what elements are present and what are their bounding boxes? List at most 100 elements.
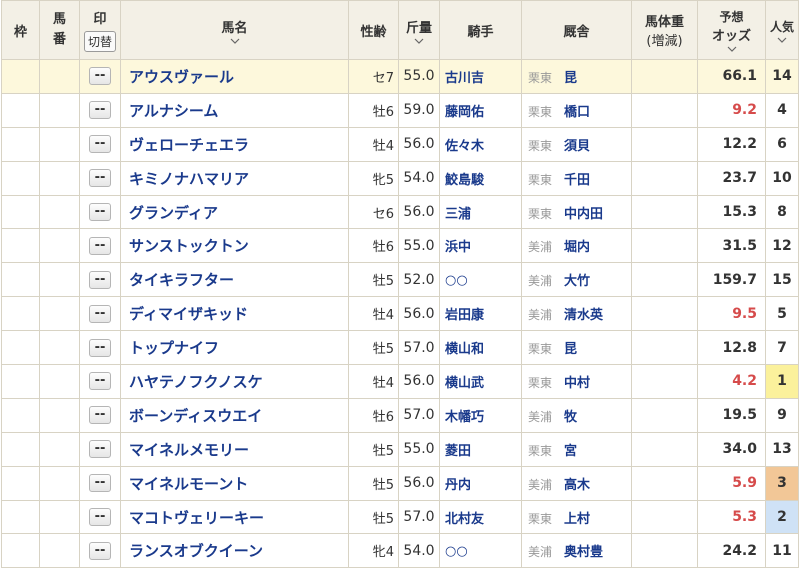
trainer-link[interactable]: 橋口 [564,105,590,120]
jockey-link[interactable]: 藤岡佑 [445,105,484,120]
kinryo-cell: 57.0 [398,397,440,433]
waku-cell [1,533,40,569]
horse-name-link[interactable]: キミノナハマリア [129,170,249,188]
stable-cell: 栗東 中村 [521,364,632,399]
stable-cell: 美浦 大竹 [521,262,632,298]
ninki-cell: 13 [765,431,799,467]
mark-select-button[interactable]: -- [89,406,111,425]
chevron-down-icon [727,46,736,52]
trainer-link[interactable]: 高木 [564,478,590,493]
stable-area: 栗東 [528,511,553,526]
ninki-cell: 10 [765,160,799,196]
weight-cell [631,262,698,298]
horse-name-link[interactable]: アルナシーム [129,102,218,120]
trainer-link[interactable]: 堀内 [564,240,590,255]
header-odds[interactable]: 予想 オッズ [697,0,766,60]
mark-select-button[interactable]: -- [89,541,111,560]
horse-name-link[interactable]: アウスヴァール [129,68,234,86]
jockey-link[interactable]: 三浦 [445,207,471,222]
horse-name-link[interactable]: マイネルモーント [129,475,248,493]
jockey-link[interactable]: 北村友 [445,512,484,527]
mark-select-button[interactable]: -- [89,372,111,391]
mark-select-button[interactable]: -- [89,169,111,188]
odds-cell: 5.9 [697,465,766,501]
trainer-link[interactable]: 宮 [564,444,577,459]
sexage-cell: 牡5 [348,465,399,501]
jockey-link[interactable]: 横山武 [445,376,484,391]
mark-cell: -- [79,397,121,433]
horse-name-link[interactable]: サンストックトン [129,237,249,255]
mark-select-button[interactable]: -- [89,101,111,120]
ninki-cell: 5 [765,296,799,332]
table-row: -- タイキラフター 牡5 52.0 ○○ 美浦 大竹 159.7 15 [1,262,799,298]
horse-name-link[interactable]: マコトヴェリーキー [129,509,264,527]
jockey-link[interactable]: 浜中 [445,240,471,255]
horse-name-link[interactable]: ディマイザキッド [129,305,248,323]
jockey-cell: 北村友 [439,499,522,535]
trainer-link[interactable]: 中村 [564,376,590,391]
trainer-link[interactable]: 中内田 [564,207,603,222]
header-ninki-label: 人気 [769,19,794,34]
mark-select-button[interactable]: -- [89,440,111,459]
header-kinryo[interactable]: 斤量 [398,0,440,60]
waku-cell [1,262,40,298]
trainer-link[interactable]: 清水英 [564,308,603,323]
jockey-cell: 浜中 [439,228,522,264]
stable-cell: 栗東昆 [521,330,632,366]
horse-name-link[interactable]: グランディア [129,204,218,222]
horse-name-link[interactable]: タイキラフター [129,271,234,289]
trainer-link[interactable]: 昆 [564,71,577,86]
trainer-link[interactable]: 大竹 [564,274,590,289]
jockey-link[interactable]: 鮫島駿 [445,173,484,188]
header-ninki[interactable]: 人気 [765,0,799,60]
stable-area: 栗東 [528,443,553,458]
trainer-link[interactable]: 須貝 [564,139,590,154]
mark-cell: -- [79,364,121,399]
ninki-cell: 9 [765,397,799,433]
jockey-link[interactable]: 丹内 [445,478,471,493]
mark-select-button[interactable]: -- [89,508,111,527]
header-weight: 馬体重 (増減) [631,0,698,60]
horse-name-cell: マイネルメモリー [120,431,349,467]
header-name[interactable]: 馬名 [120,0,349,60]
jockey-link[interactable]: ○○ [445,273,468,288]
header-odds-line2: オッズ [711,29,751,44]
jockey-link[interactable]: 菱田 [445,444,471,459]
mark-select-button[interactable]: -- [89,338,111,357]
mark-cell: -- [79,262,121,298]
jockey-link[interactable]: 横山和 [445,342,484,357]
horse-name-link[interactable]: トップナイフ [129,339,219,357]
mark-select-button[interactable]: -- [89,67,111,86]
sexage-cell: セ7 [348,59,399,94]
umaban-cell [39,499,80,535]
header-waku-label: 枠 [13,24,27,40]
sexage-cell: 牡4 [348,296,399,332]
jockey-link[interactable]: 木幡巧 [445,410,484,425]
trainer-link[interactable]: 昆 [564,342,577,357]
horse-name-link[interactable]: ハヤテノフクノスケ [129,373,263,391]
mark-select-button[interactable]: -- [89,203,111,221]
horse-name-link[interactable]: ランスオブクイーン [129,542,263,560]
mark-select-button[interactable]: -- [89,135,111,154]
horse-name-link[interactable]: マイネルメモリー [129,441,249,459]
mark-toggle-button[interactable]: 切替 [83,31,116,52]
mark-select-button[interactable]: -- [89,236,111,255]
jockey-link[interactable]: 古川吉 [445,71,484,86]
mark-select-button[interactable]: -- [89,304,111,323]
jockey-link[interactable]: 岩田康 [445,308,484,323]
trainer-link[interactable]: 奥村豊 [564,545,603,560]
jockey-link[interactable]: 佐々木 [445,139,484,154]
horse-name-cell: アウスヴァール [120,59,349,94]
trainer-link[interactable]: 上村 [564,512,590,527]
horse-name-link[interactable]: ボーンディスウエイ [129,407,262,425]
jockey-cell: 三浦 [439,194,522,230]
mark-select-button[interactable]: -- [89,474,111,493]
mark-select-button[interactable]: -- [89,270,111,289]
trainer-link[interactable]: 千田 [564,173,590,188]
jockey-link[interactable]: ○○ [445,544,468,559]
kinryo-cell: 56.0 [398,126,440,162]
header-weight-sub: (増減) [646,34,683,49]
trainer-link[interactable]: 牧 [564,410,577,425]
kinryo-cell: 57.0 [398,330,440,366]
horse-name-link[interactable]: ヴェローチェエラ [129,136,249,154]
